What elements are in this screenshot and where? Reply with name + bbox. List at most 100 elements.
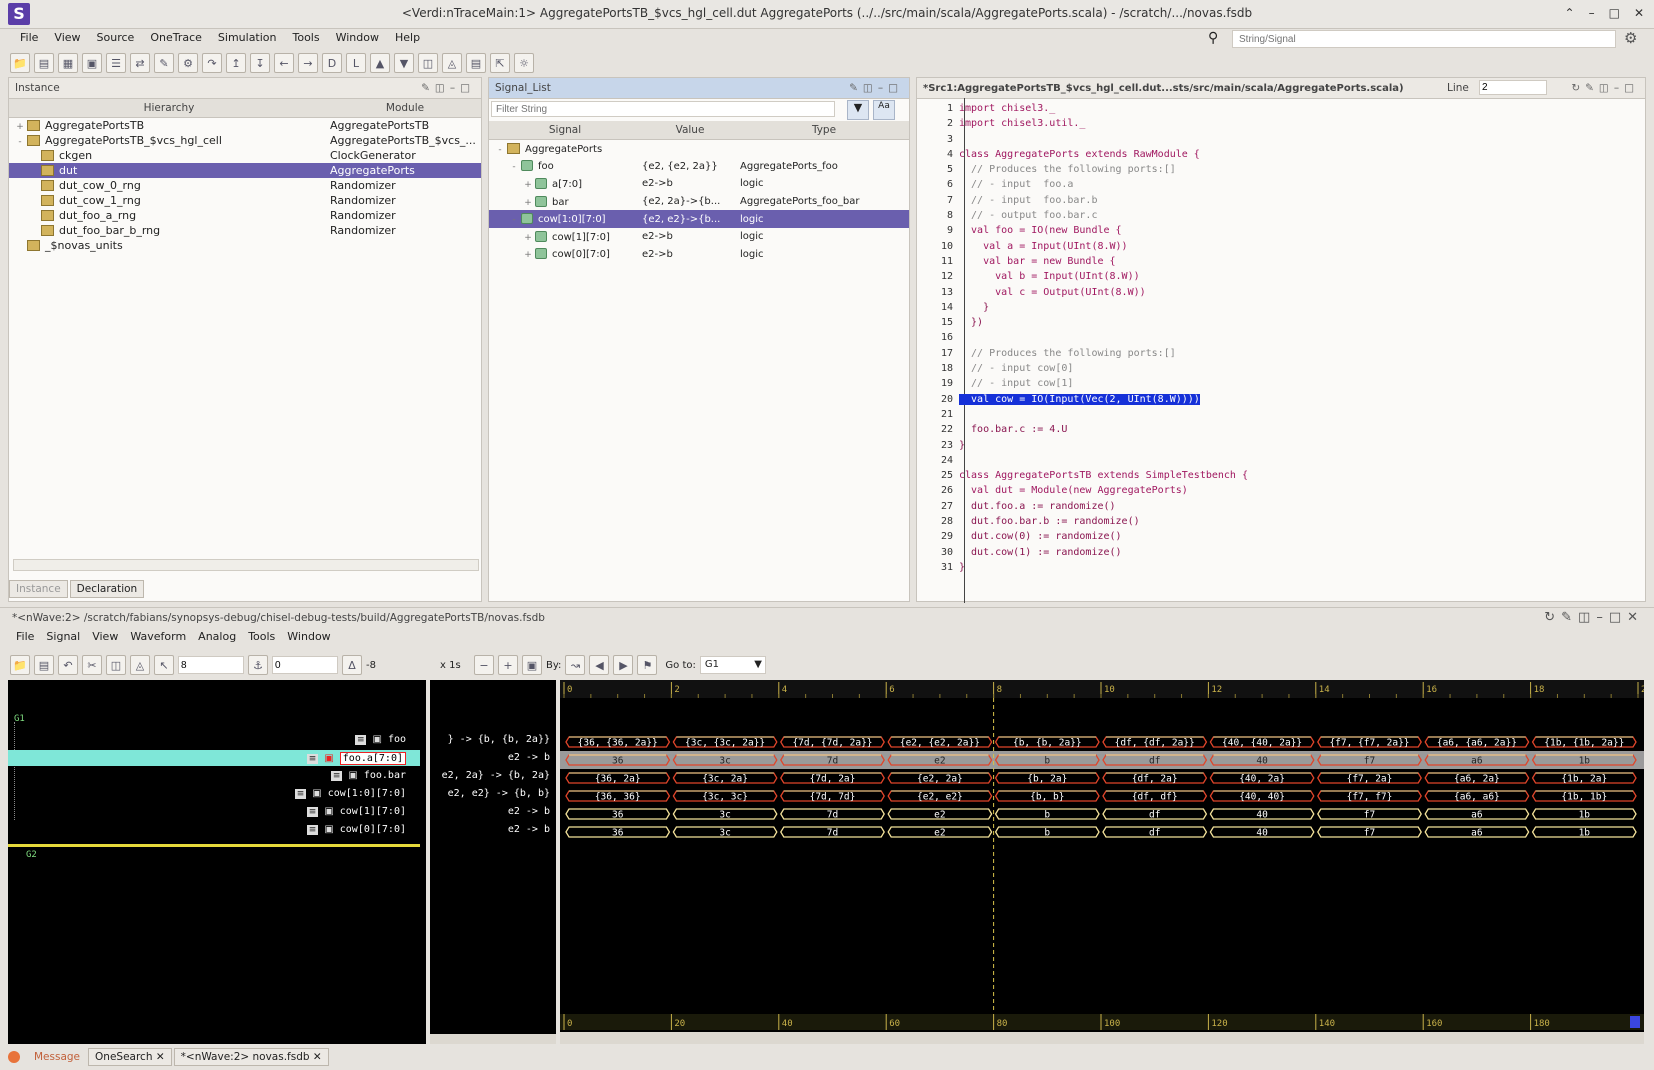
signal-row[interactable]: + cow[0][7:0] e2->b logic [489,246,909,264]
tree-toggle-icon[interactable]: + [521,233,535,243]
trace-icon[interactable]: ↷ [202,53,222,73]
signal-row[interactable]: + cow[1][7:0] e2->b logic [489,228,909,246]
wave-signal-row[interactable]: ≡ ▣ cow[1:0][7:0] [294,788,406,799]
up-icon[interactable]: ↥ [226,53,246,73]
source-code[interactable]: 1 import chisel3._ 2 import chisel3.util._ 3… [919,101,1248,575]
wave-menu-signal[interactable]: Signal [42,630,88,643]
wave-signal-row[interactable]: ≡ ▣ cow[0][7:0] [306,824,406,835]
col-signal[interactable]: Signal [489,121,641,140]
instance-row[interactable]: - AggregatePortsTB_$vcs_hgl_cell Aggregate… [9,133,481,148]
next-icon[interactable]: ▼ [394,53,414,73]
wave-signal-row[interactable]: ≡ ▣ foo [354,734,406,745]
tree-toggle-icon[interactable]: - [493,145,507,155]
wave-signal-row[interactable]: ≡ ▣ cow[1][7:0] [306,806,406,817]
tree-toggle-icon[interactable]: - [507,162,521,172]
export-icon[interactable]: ⇱ [490,53,510,73]
goto-select[interactable]: G1 ▼ [699,656,766,674]
menu-tools[interactable]: Tools [285,28,328,48]
paste-icon[interactable]: ◬ [130,655,150,675]
menu-source[interactable]: Source [89,28,143,48]
instance-row[interactable]: ckgen ClockGenerator [9,148,481,163]
ams-icon[interactable]: ☼ [514,53,534,73]
instance-row[interactable]: dut_foo_a_rng Randomizer [9,208,481,223]
panel-controls[interactable]: ↻✎◫–□ [1571,78,1639,98]
menu-onetrace[interactable]: OneTrace [142,28,210,48]
tab-instance[interactable]: Instance [9,580,68,598]
col-module[interactable]: Module [329,99,481,118]
group-g2-label[interactable]: G2 [26,850,37,860]
delta-icon[interactable]: Δ [342,655,362,675]
settings-icon[interactable]: ⚙ [1624,29,1637,47]
prev-icon[interactable]: ▲ [370,53,390,73]
menu-help[interactable]: Help [387,28,428,48]
tab-message[interactable]: Message [28,1049,86,1065]
panel-controls[interactable]: ✎◫–□ [421,78,475,98]
tab-nwave[interactable]: *<nWave:2> novas.fsdb ✕ [173,1048,329,1066]
col-type[interactable]: Type [739,121,909,140]
wave-menu-file[interactable]: File [12,630,42,643]
tab-onesearch[interactable]: OneSearch ✕ [88,1048,172,1066]
zoom-in-icon[interactable]: + [498,655,518,675]
instance-row[interactable]: dut_cow_0_rng Randomizer [9,178,481,193]
instance-row[interactable]: _$novas_units [9,238,481,253]
close-icon[interactable]: ✕ [1634,6,1644,20]
menu-view[interactable]: View [46,28,88,48]
prev-edge-icon[interactable]: ◀ [589,655,610,675]
filter-icon[interactable]: ▼ [847,100,869,120]
panel-controls[interactable]: ✎◫–□ [849,78,903,98]
open-icon[interactable]: 📁 [10,53,30,73]
signal-row[interactable]: - cow[1:0][7:0] {e2, e2}->{b... logic [489,210,909,228]
marker-icon[interactable]: ⚓ [248,655,268,675]
waveform-canvas[interactable]: 0 2 4 6 8 10 12 14 16 18 20 {36, {36, 2a}} {3c, {3c,… [560,680,1644,1044]
wave-menu-window[interactable]: Window [283,630,338,643]
search-icon[interactable]: ⚲ [1208,30,1218,46]
signal-row[interactable]: + bar {e2, 2a}->{b... AggregatePorts_foo_ba… [489,193,909,211]
signal-row[interactable]: - AggregatePorts [489,140,909,158]
cut-icon[interactable]: ✂ [82,655,102,675]
forward-icon[interactable]: → [298,53,318,73]
menu-simulation[interactable]: Simulation [210,28,285,48]
instance-row[interactable]: + AggregatePortsTB AggregatePortsTB [9,118,481,134]
instance-row[interactable]: dut_foo_bar_b_rng Randomizer [9,223,481,238]
undo-icon[interactable]: ↶ [58,655,78,675]
zoom-fit-icon[interactable]: ▣ [522,655,542,675]
close-icon[interactable]: ✕ [156,1051,165,1063]
wave-menu-view[interactable]: View [88,630,126,643]
down-icon[interactable]: ↧ [250,53,270,73]
chip-icon[interactable]: ⚙ [178,53,198,73]
cursor-time-input[interactable] [178,656,244,674]
minimize-icon[interactable]: – [1589,6,1595,20]
edit-icon[interactable]: ✎ [154,53,174,73]
col-value[interactable]: Value [641,121,739,140]
next-edge-icon[interactable]: ▶ [613,655,634,675]
maximize-icon[interactable]: □ [1609,6,1620,20]
hierarchy-icon[interactable]: ▤ [34,655,54,675]
nwave-window-controls[interactable]: ↻✎◫–□✕ [1544,610,1644,625]
marker-time-input[interactable] [272,656,338,674]
instance-row[interactable]: dut AggregatePorts [9,163,481,178]
instance-row[interactable]: dut_cow_1_rng Randomizer [9,193,481,208]
schematic-icon[interactable]: ▣ [82,53,102,73]
tree-toggle-icon[interactable]: + [521,180,535,190]
zoom-out-icon[interactable]: − [474,655,494,675]
tab-declaration[interactable]: Declaration [69,580,145,598]
cursor-icon[interactable]: ↖ [154,655,174,675]
wave-signal-row[interactable]: ≡ ▣ foo.a[7:0] [306,752,406,765]
bookmark-icon[interactable]: ⚑ [637,655,658,675]
col-hierarchy[interactable]: Hierarchy [9,99,329,118]
close-icon[interactable]: ✕ [313,1051,322,1063]
new-window-icon[interactable]: ▤ [34,53,54,73]
tree-toggle-icon[interactable]: - [507,215,521,225]
tile-icon[interactable]: ▦ [58,53,78,73]
paste-icon[interactable]: ◬ [442,53,462,73]
open-icon[interactable]: 📁 [10,655,30,675]
wave-menu-analog[interactable]: Analog [194,630,244,643]
signal-search-input[interactable] [1232,30,1616,48]
copy-icon[interactable]: ◫ [106,655,126,675]
filter-string-input[interactable] [491,101,835,117]
flow-icon[interactable]: ⇄ [130,53,150,73]
collapse-icon[interactable]: ⌃ [1565,6,1575,20]
load-icon[interactable]: L [346,53,366,73]
wave-signal-row[interactable]: ≡ ▣ foo.bar [330,770,406,781]
wave-menu-waveform[interactable]: Waveform [126,630,194,643]
